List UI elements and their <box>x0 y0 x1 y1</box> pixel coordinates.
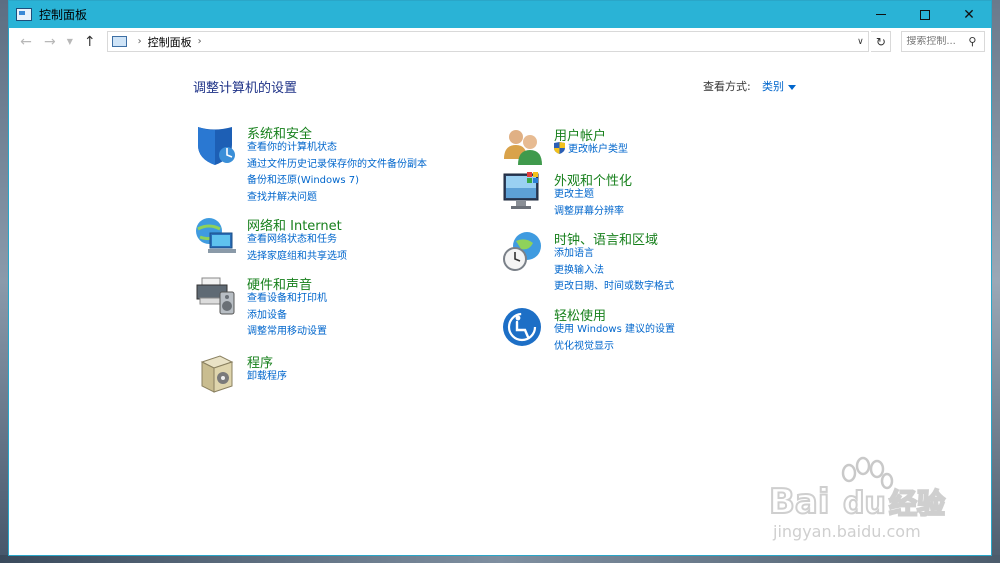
minimize-icon <box>876 14 886 15</box>
address-dropdown-icon[interactable]: ∨ <box>852 37 868 47</box>
printer-speaker-icon[interactable] <box>194 274 238 318</box>
desktop-background-right <box>992 0 1000 563</box>
forward-button[interactable]: → <box>39 31 61 53</box>
page-title: 调整计算机的设置 <box>193 81 298 96</box>
programs-box-icon[interactable] <box>194 352 238 396</box>
arrow-up-icon: ↑ <box>83 33 96 50</box>
refresh-button[interactable]: ↻ <box>871 31 892 52</box>
ease-of-access-icon[interactable] <box>501 305 545 349</box>
close-icon: ✕ <box>963 6 975 23</box>
control-panel-small-icon <box>111 36 127 47</box>
search-icon[interactable]: ⚲ <box>968 35 976 48</box>
link-mobility-settings[interactable]: 调整常用移动设置 <box>247 324 327 341</box>
baidu-paw-logo: Bai du 经验 jingyan.baidu.com <box>768 456 946 541</box>
link-change-theme[interactable]: 更改主题 <box>554 187 624 204</box>
recent-locations-button[interactable]: ▼ <box>63 31 77 53</box>
search-box[interactable]: ⚲ <box>901 31 985 52</box>
clock-globe-icon[interactable] <box>501 229 545 273</box>
network-globe-icon[interactable] <box>194 215 238 259</box>
link-change-account-type[interactable]: 更改帐户类型 <box>554 142 628 159</box>
maximize-icon <box>920 9 930 20</box>
address-toolbar: ← → ▼ ↑ › 控制面板 › ∨ ↻ ⚲ <box>9 28 991 55</box>
link-windows-recommended-settings[interactable]: 使用 Windows 建议的设置 <box>554 322 675 339</box>
address-bar[interactable]: › 控制面板 › ∨ <box>106 31 870 52</box>
view-by-label: 查看方式: <box>703 80 751 93</box>
shield-icon[interactable] <box>194 123 238 167</box>
main-content: 调整计算机的设置 查看方式: 类别 系统和安全 查看你的计算机状态 通过文件历史… <box>9 55 991 555</box>
refresh-icon: ↻ <box>875 34 886 49</box>
link-screen-resolution[interactable]: 调整屏幕分辨率 <box>554 204 624 221</box>
chevron-down-icon: ▼ <box>66 37 73 46</box>
link-add-device[interactable]: 添加设备 <box>247 308 327 325</box>
link-troubleshoot[interactable]: 查找并解决问题 <box>247 190 427 207</box>
up-button[interactable]: ↑ <box>79 31 101 53</box>
window-title: 控制面板 <box>39 8 88 22</box>
desktop-background-bottom <box>0 555 1000 563</box>
view-by-value: 类别 <box>762 80 784 93</box>
link-label: 更改帐户类型 <box>568 144 628 155</box>
link-devices-printers[interactable]: 查看设备和打印机 <box>247 291 327 308</box>
link-network-status[interactable]: 查看网络状态和任务 <box>247 232 347 249</box>
link-date-time-format[interactable]: 更改日期、时间或数字格式 <box>554 279 674 296</box>
back-button[interactable]: ← <box>15 31 37 53</box>
control-panel-window: 控制面板 ✕ ← → ▼ ↑ › 控制面板 › ∨ ↻ ⚲ 调整计算机的设置 查… <box>8 0 992 556</box>
breadcrumb-chevron-icon[interactable]: › <box>138 36 142 47</box>
minimize-button[interactable] <box>859 1 903 28</box>
uac-shield-icon <box>554 142 565 154</box>
search-input[interactable] <box>906 36 967 47</box>
watermark-url: jingyan.baidu.com <box>772 522 921 541</box>
view-by-dropdown[interactable]: 类别 <box>762 78 796 94</box>
maximize-button[interactable] <box>903 1 947 28</box>
chevron-down-icon <box>788 84 796 90</box>
close-button[interactable]: ✕ <box>947 1 991 28</box>
watermark-brand-du: du <box>843 486 886 521</box>
link-homegroup-sharing[interactable]: 选择家庭组和共享选项 <box>247 249 347 266</box>
baidu-jingyan-watermark: Bai du 经验 jingyan.baidu.com <box>765 455 975 545</box>
arrow-right-icon: → <box>43 33 56 50</box>
watermark-brand: Bai <box>769 482 830 522</box>
desktop-background-left <box>0 0 8 563</box>
breadcrumb-chevron-icon[interactable]: › <box>198 36 202 47</box>
link-add-language[interactable]: 添加语言 <box>554 246 674 263</box>
title-bar[interactable]: 控制面板 ✕ <box>9 1 991 28</box>
control-panel-icon <box>16 8 32 21</box>
link-uninstall-program[interactable]: 卸载程序 <box>247 369 287 386</box>
arrow-left-icon: ← <box>20 33 32 50</box>
link-optimize-visual-display[interactable]: 优化视觉显示 <box>554 339 675 356</box>
link-view-computer-status[interactable]: 查看你的计算机状态 <box>247 140 427 157</box>
link-change-input-method[interactable]: 更换输入法 <box>554 263 674 280</box>
monitor-palette-icon[interactable] <box>501 170 545 214</box>
watermark-cn: 经验 <box>889 487 945 520</box>
link-file-history-backup[interactable]: 通过文件历史记录保存你的文件备份副本 <box>247 157 427 174</box>
users-icon[interactable] <box>501 125 545 169</box>
link-backup-restore[interactable]: 备份和还原(Windows 7) <box>247 173 427 190</box>
breadcrumb-control-panel[interactable]: 控制面板 <box>148 34 192 50</box>
